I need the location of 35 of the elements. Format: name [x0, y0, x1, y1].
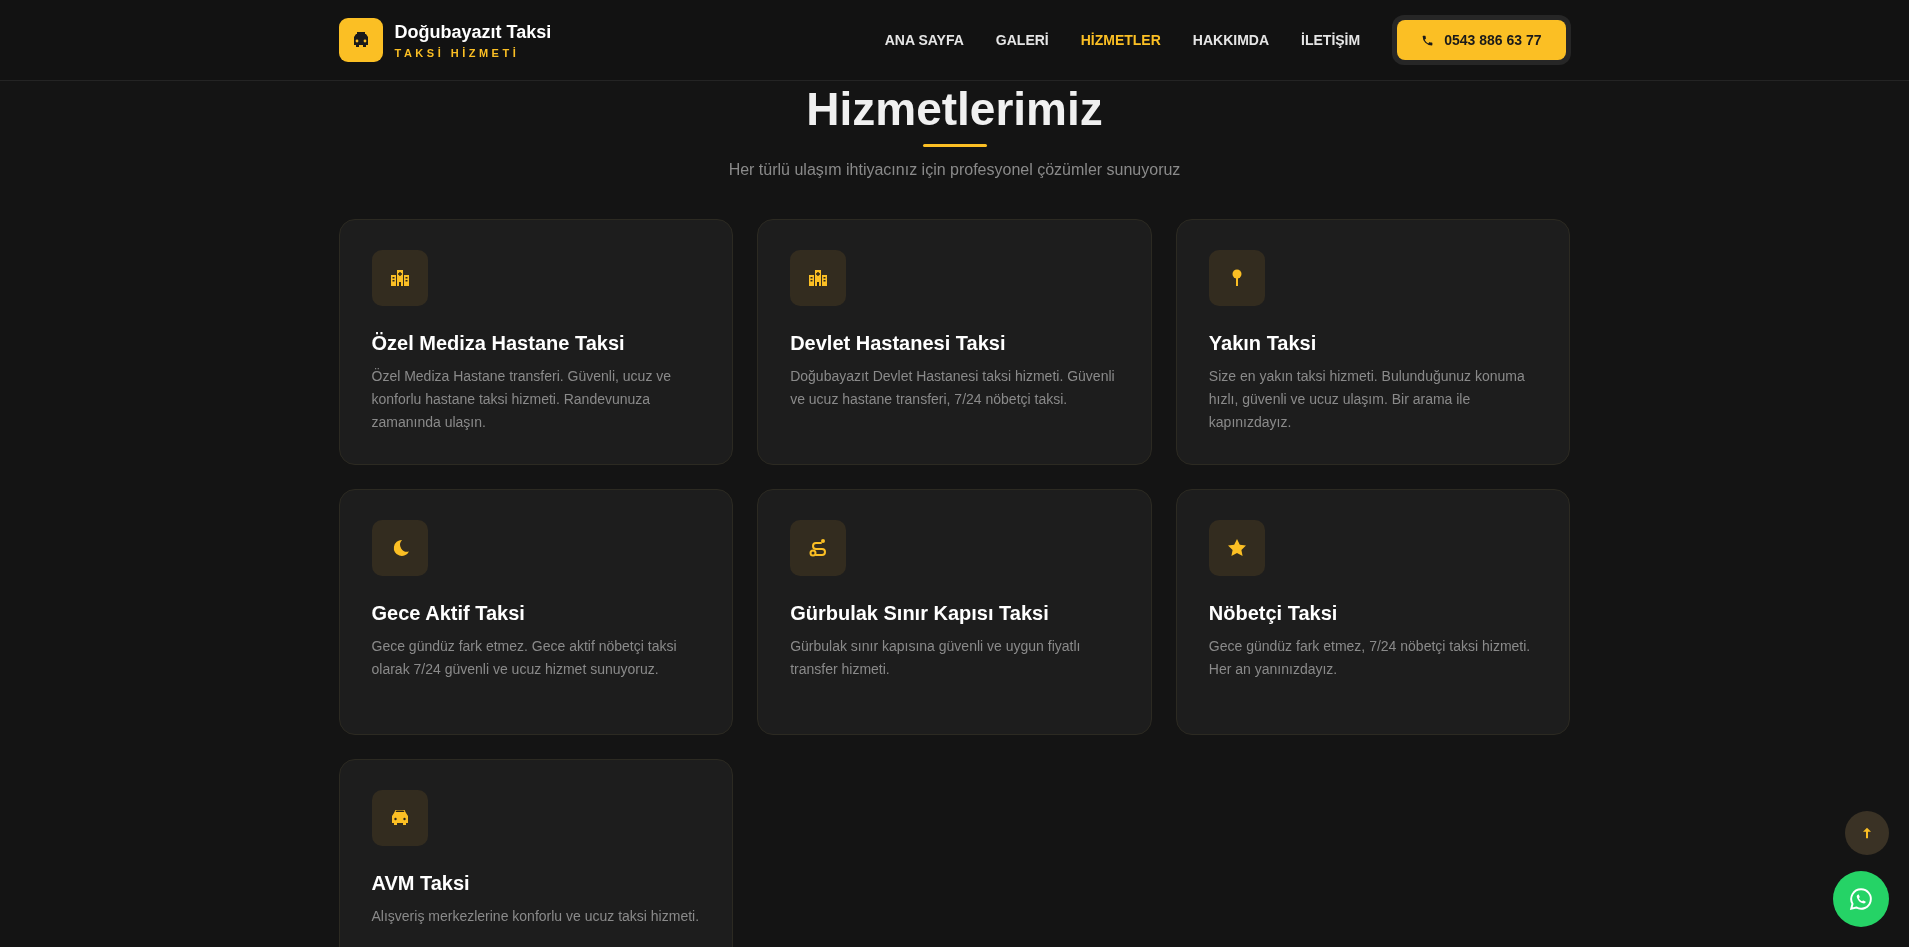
heading-underline — [922, 144, 987, 147]
brand-tagline: TAKSİ HİZMETİ — [394, 46, 521, 59]
chat-button[interactable] — [1833, 871, 1889, 927]
section-subtitle: Her türlü ulaşım ihtiyacınız için profesyonel çözümler sunuyoruz — [728, 161, 1181, 179]
phone-button[interactable]: 0543 886 63 77 — [1397, 20, 1566, 60]
card-description: Özel Mediza Hastane transferi. Güvenli, ucuz ve konforlu hastane taksi hizmeti. Randevunuza zamanında ulaşın. — [371, 367, 673, 432]
card-title: AVM Taksi — [371, 872, 471, 895]
nav-link[interactable]: ANA SAYFA — [884, 32, 964, 48]
card-description: Size en yakın taksi hizmeti. Bulunduğunuz konuma hızlı, güvenli ve ucuz ulaşım. Bir arama ile kapınızdayız. — [1208, 367, 1526, 432]
phone-icon — [1421, 33, 1435, 47]
card-title: Özel Mediza Hastane Taksi — [371, 332, 626, 355]
moon-icon — [371, 520, 428, 576]
card-title: Yakın Taksi — [1208, 332, 1318, 355]
card-title: Nöbetçi Taksi — [1208, 602, 1339, 625]
car-icon — [371, 790, 428, 846]
hospital-icon — [790, 250, 847, 306]
card-title: Devlet Hastanesi Taksi — [790, 332, 1007, 355]
card-description: Alışveriş merkezlerine konforlu ve ucuz taksi hizmeti. — [371, 907, 701, 926]
section-heading: Hizmetlerimiz — [806, 84, 1103, 134]
taxi-logo-icon — [338, 18, 383, 62]
card-description: Doğubayazıt Devlet Hastanesi taksi hizmeti. Güvenli ve ucuz hastane transferi, 7/24 nöbetçi taksi. — [790, 367, 1116, 409]
nav-link[interactable]: HAKKIMDA — [1192, 32, 1270, 48]
route-icon — [790, 520, 847, 576]
brand-name: Doğubayazıt Taksi — [394, 21, 552, 43]
card-description: Gece gündüz fark etmez, 7/24 nöbetçi taksi hizmeti. Her an yanınızdayız. — [1208, 637, 1532, 679]
card-description: Gürbulak sınır kapısına güvenli ve uygun fiyatlı transfer hizmeti. — [790, 637, 1082, 679]
card-description: Gece gündüz fark etmez. Gece aktif nöbetçi taksi olarak 7/24 güvenli ve ucuz hizmet sunuyoruz. — [371, 637, 678, 679]
hospital-icon — [371, 250, 428, 306]
nav-link[interactable]: GALERİ — [995, 32, 1049, 48]
nav-link[interactable]: HİZMETLER — [1080, 32, 1161, 48]
card-title: Gece Aktif Taksi — [371, 602, 526, 625]
chat-icon — [1848, 886, 1874, 912]
card-title: Gürbulak Sınır Kapısı Taksi — [790, 602, 1050, 625]
map-pin-icon — [1208, 250, 1265, 306]
nav-link[interactable]: İLETİŞİM — [1301, 32, 1361, 48]
